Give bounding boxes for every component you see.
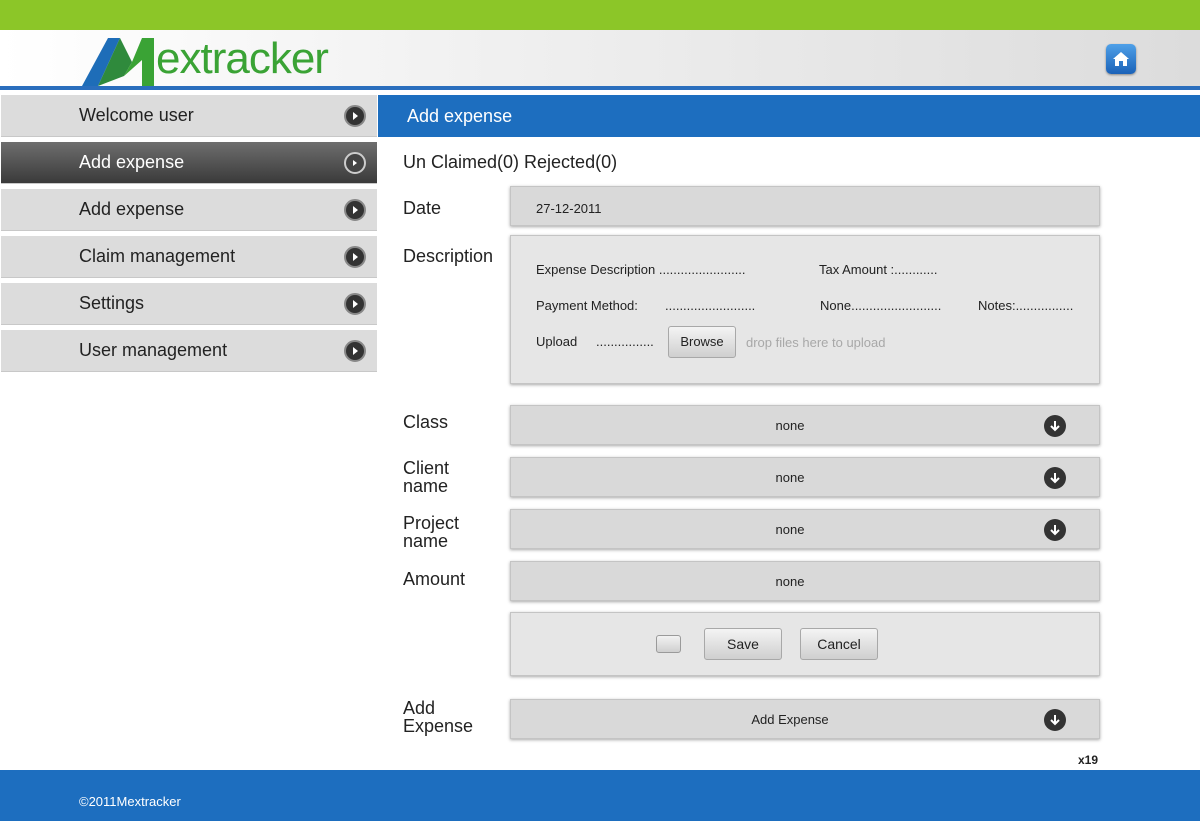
project-name-value: none (775, 522, 805, 537)
sidebar-item-label: Claim management (79, 246, 236, 266)
footer: ©2011Mextracker (0, 770, 1200, 821)
chevron-down-icon (1044, 415, 1066, 437)
class-label: Class (403, 412, 449, 432)
tax-amount-field[interactable]: Tax Amount :............ (819, 262, 938, 277)
add-expense-label: Add Expense (403, 699, 473, 735)
payment-method-field[interactable]: ......................... (665, 298, 755, 313)
client-name-label-line2: name (403, 476, 449, 496)
sidebar-item-label: Add expense (79, 152, 185, 172)
project-name-label-line1: Project (403, 513, 460, 533)
expense-description-field[interactable]: Expense Description ....................… (536, 262, 746, 277)
chevron-right-icon (344, 151, 366, 174)
add-expense-select[interactable]: Add Expense (510, 699, 1100, 739)
chevron-down-icon (1044, 709, 1066, 731)
sidebar-item-add-expense-active[interactable]: Add expense (1, 142, 377, 184)
chevron-right-icon (344, 339, 366, 362)
chevron-right-icon (344, 245, 366, 268)
project-name-select[interactable]: none (510, 509, 1100, 549)
sidebar-item-welcome-user[interactable]: Welcome user (1, 95, 377, 137)
drop-zone-hint[interactable]: drop files here to upload (746, 335, 885, 350)
chevron-down-icon (1044, 467, 1066, 489)
class-value: none (775, 418, 805, 433)
page-title: Add expense (407, 106, 513, 126)
chevron-right-icon (344, 198, 366, 221)
sidebar-item-settings[interactable]: Settings (1, 283, 377, 325)
claim-counts: Un Claimed(0) Rejected(0) (403, 152, 618, 172)
date-label: Date (403, 198, 442, 218)
confirm-checkbox[interactable] (656, 635, 681, 653)
chevron-down-icon (1044, 519, 1066, 541)
payment-none-field[interactable]: None......................... (820, 298, 941, 313)
client-name-label: Client name (403, 459, 449, 495)
form-actions-panel: Save Cancel (510, 612, 1100, 676)
add-expense-label-line2: Expense (403, 716, 474, 736)
sidebar-item-label: Welcome user (79, 105, 194, 125)
logo: extracker (80, 32, 390, 88)
payment-method-label: Payment Method: (536, 298, 638, 313)
save-button[interactable]: Save (704, 628, 782, 660)
description-panel: Expense Description ....................… (510, 235, 1100, 384)
client-name-value: none (775, 470, 805, 485)
sidebar-item-label: Settings (79, 293, 145, 313)
sidebar-item-label: Add expense (79, 199, 185, 219)
add-expense-label-line1: Add (403, 698, 436, 718)
record-counter: x19 (1078, 753, 1099, 767)
project-name-label-line2: name (403, 531, 449, 551)
sidebar-item-claim-management[interactable]: Claim management (1, 236, 377, 278)
description-label: Description (403, 246, 494, 266)
client-name-select[interactable]: none (510, 457, 1100, 497)
project-name-label: Project name (403, 514, 459, 550)
sidebar-item-user-management[interactable]: User management (1, 330, 377, 372)
client-name-label-line1: Client (403, 458, 450, 478)
upload-dots: ................ (596, 334, 654, 349)
date-value: 27-12-2011 (536, 201, 602, 216)
cancel-button[interactable]: Cancel (800, 628, 878, 660)
chevron-right-icon (344, 292, 366, 315)
content-header: Add expense (378, 95, 1200, 137)
class-select[interactable]: none (510, 405, 1100, 445)
date-field[interactable]: 27-12-2011 (510, 186, 1100, 226)
logo-m-icon (82, 38, 154, 86)
sidebar-item-add-expense[interactable]: Add expense (1, 189, 377, 231)
browse-button[interactable]: Browse (668, 326, 736, 358)
upload-label: Upload (536, 334, 578, 349)
sidebar-item-label: User management (79, 340, 228, 360)
home-icon (1113, 52, 1129, 66)
amount-label: Amount (403, 569, 466, 589)
amount-value: none (775, 574, 805, 589)
notes-field[interactable]: Notes:................ (978, 298, 1073, 313)
logo-text: extracker (156, 34, 329, 83)
top-accent-bar (0, 0, 1200, 30)
add-expense-value: Add Expense (751, 712, 829, 727)
amount-field[interactable]: none (510, 561, 1100, 601)
chevron-right-icon (344, 104, 366, 127)
home-button[interactable] (1106, 44, 1136, 74)
copyright-text: ©2011Mextracker (79, 794, 181, 809)
